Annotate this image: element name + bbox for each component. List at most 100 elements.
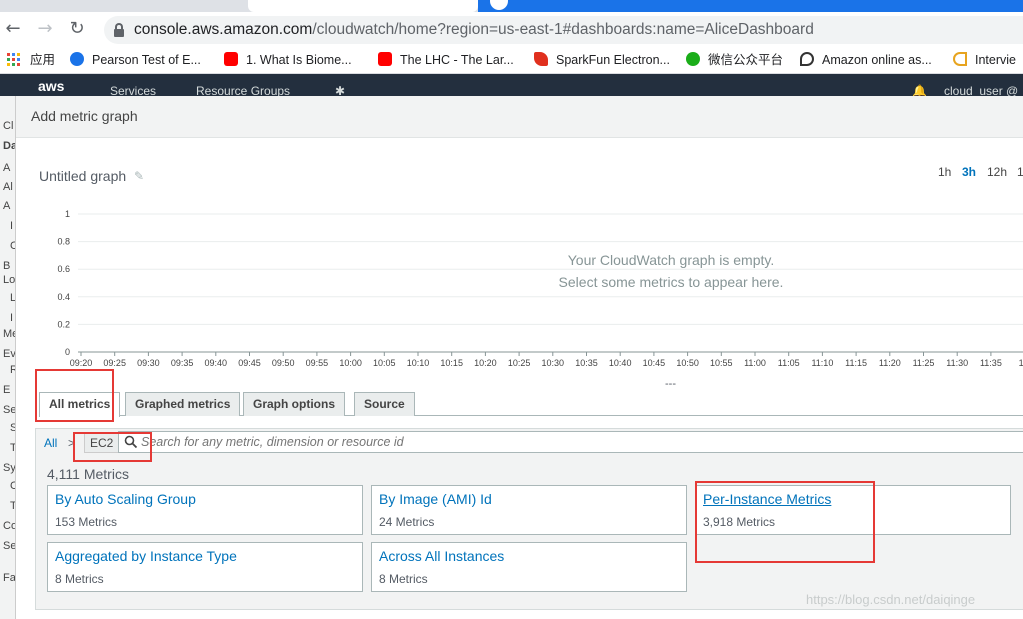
x-tick-label: 11: <box>1019 358 1023 368</box>
url-host: console.aws.amazon.com <box>134 21 313 38</box>
empty-graph: 1 0.8 0.6 0.4 0.2 009:20 09:25 09:30 09:35 09:40 0… <box>57 209 1023 368</box>
left-sidebar: ClDaAAlAICBLoLIMeEvRESeSTSyCTCoSeFa <box>0 96 15 619</box>
card-link[interactable]: By Image (AMI) Id <box>379 491 492 507</box>
card-link[interactable]: Aggregated by Instance Type <box>55 548 237 564</box>
x-tick-label: 10:30 <box>542 358 565 368</box>
sidebar-item[interactable]: Fa <box>3 572 15 584</box>
x-tick-label: 11:05 <box>778 358 800 368</box>
tab-graph-options[interactable]: Graph options <box>243 392 345 416</box>
sidebar-item[interactable]: E <box>3 384 10 396</box>
x-tick-label: 10:00 <box>339 358 362 368</box>
bookmark-label: SparkFun Electron... <box>556 53 670 67</box>
bell-icon[interactable]: 🔔 <box>912 84 927 96</box>
metric-search-box[interactable] <box>118 431 1023 453</box>
reload-icon[interactable]: ↻ <box>66 18 88 40</box>
y-tick-label: 0.2 <box>57 319 70 329</box>
x-tick-label: 10:50 <box>676 358 699 368</box>
sidebar-item[interactable]: Da <box>3 140 15 152</box>
user-menu[interactable]: cloud_user @ <box>944 84 1018 96</box>
apps-grid-icon[interactable] <box>7 53 21 67</box>
card-count: 8 Metrics <box>379 572 428 586</box>
range-12h[interactable]: 12h <box>987 165 1007 179</box>
sidebar-item[interactable]: Se <box>3 404 15 416</box>
address-bar[interactable]: console.aws.amazon.com/cloudwatch/home?r… <box>104 16 1023 44</box>
x-tick-label: 09:55 <box>306 358 329 368</box>
empty-message-line2: Select some metrics to appear here. <box>558 274 784 290</box>
modal-header: Add metric graph <box>16 96 1023 138</box>
x-tick-label: 11:15 <box>845 358 867 368</box>
y-tick-label: 0 <box>65 347 70 357</box>
card-count: 153 Metrics <box>55 515 118 529</box>
amazon-icon <box>800 52 814 66</box>
sidebar-item[interactable]: Al <box>3 181 13 193</box>
x-tick-label: 09:30 <box>137 358 160 368</box>
card-by-auto-scaling-group[interactable]: By Auto Scaling Group 153 Metrics <box>47 485 363 535</box>
x-tick-label: 10:55 <box>710 358 733 368</box>
card-count: 8 Metrics <box>55 572 104 586</box>
sidebar-item[interactable]: A <box>3 162 10 174</box>
bookmark-interview[interactable]: Intervie <box>953 52 1016 68</box>
x-tick-label: 09:40 <box>205 358 228 368</box>
bookmarks-bar: 应用 Pearson Test of E... 1. What Is Biome… <box>0 46 1023 74</box>
sparkfun-icon <box>534 52 548 66</box>
range-1d[interactable]: 1 <box>1017 165 1023 179</box>
card-by-image-ami-id[interactable]: By Image (AMI) Id 24 Metrics <box>371 485 687 535</box>
sidebar-item[interactable]: Se <box>3 540 15 552</box>
sidebar-item[interactable]: Ev <box>3 348 15 360</box>
metric-search-input[interactable] <box>141 434 1011 450</box>
sidebar-item[interactable]: B <box>3 260 10 272</box>
sidebar-item[interactable]: Lo <box>3 274 15 286</box>
y-tick-label: 0.4 <box>57 292 70 302</box>
annotation-box-ec2 <box>73 432 152 462</box>
sidebar-item[interactable]: Sy <box>3 462 15 474</box>
sidebar-item[interactable]: I <box>10 220 13 232</box>
aws-logo[interactable]: aws <box>38 78 64 94</box>
sidebar-item[interactable]: Cl <box>3 120 13 132</box>
pencil-icon[interactable]: ✎ <box>134 169 144 183</box>
card-aggregated-by-instance-type[interactable]: Aggregated by Instance Type 8 Metrics <box>47 542 363 592</box>
modal-title: Add metric graph <box>31 108 138 124</box>
x-tick-label: 10:05 <box>373 358 396 368</box>
sidebar-item[interactable]: I <box>10 312 13 324</box>
sidebar-item[interactable]: A <box>3 200 10 212</box>
sidebar-item[interactable]: Me <box>3 328 15 340</box>
bookmark-wechat[interactable]: 微信公众平台 <box>686 52 783 68</box>
bookmark-pearson[interactable]: Pearson Test of E... <box>70 52 201 68</box>
bookmark-lhc[interactable]: The LHC - The Lar... <box>378 52 514 68</box>
aws-console-header: aws Services Resource Groups ✱ 🔔 cloud_u… <box>0 74 1023 96</box>
forward-arrow-icon[interactable]: → <box>34 18 56 40</box>
breadcrumb-all[interactable]: All <box>44 436 57 450</box>
tab-graphed-metrics[interactable]: Graphed metrics <box>125 392 241 416</box>
youtube-icon <box>224 52 238 66</box>
bookmark-label: Intervie <box>975 53 1016 67</box>
bookmark-amazon[interactable]: Amazon online as... <box>800 52 932 68</box>
range-3h[interactable]: 3h <box>962 165 976 179</box>
sidebar-item[interactable]: Co <box>3 520 15 532</box>
card-link[interactable]: By Auto Scaling Group <box>55 491 196 507</box>
pin-icon[interactable]: ✱ <box>335 84 345 96</box>
tab-source[interactable]: Source <box>354 392 415 416</box>
services-menu[interactable]: Services <box>110 84 156 96</box>
youtube-icon <box>378 52 392 66</box>
x-tick-label: 09:20 <box>70 358 93 368</box>
range-1h[interactable]: 1h <box>938 165 951 179</box>
pearson-icon <box>70 52 84 66</box>
card-link[interactable]: Across All Instances <box>379 548 504 564</box>
annotation-box-per-instance <box>695 481 875 563</box>
resource-groups-menu[interactable]: Resource Groups <box>196 84 290 96</box>
bookmark-sparkfun[interactable]: SparkFun Electron... <box>534 52 670 68</box>
browser-tab-active[interactable] <box>248 0 478 12</box>
graph-title[interactable]: Untitled graph <box>39 168 126 184</box>
leetcode-icon <box>953 52 967 66</box>
bookmark-apps[interactable]: 应用 <box>30 52 55 68</box>
x-tick-label: 10:40 <box>609 358 632 368</box>
x-tick-label: 10:45 <box>643 358 666 368</box>
wechat-icon <box>686 52 700 66</box>
back-arrow-icon[interactable]: ← <box>2 18 24 40</box>
browser-tab-other[interactable] <box>478 0 1023 12</box>
x-tick-label: 11:35 <box>980 358 1002 368</box>
y-tick-label: 0.8 <box>57 237 70 247</box>
bookmark-biome[interactable]: 1. What Is Biome... <box>224 52 352 68</box>
card-across-all-instances[interactable]: Across All Instances 8 Metrics <box>371 542 687 592</box>
url-path: /cloudwatch/home?region=us-east-1#dashbo… <box>312 21 814 38</box>
